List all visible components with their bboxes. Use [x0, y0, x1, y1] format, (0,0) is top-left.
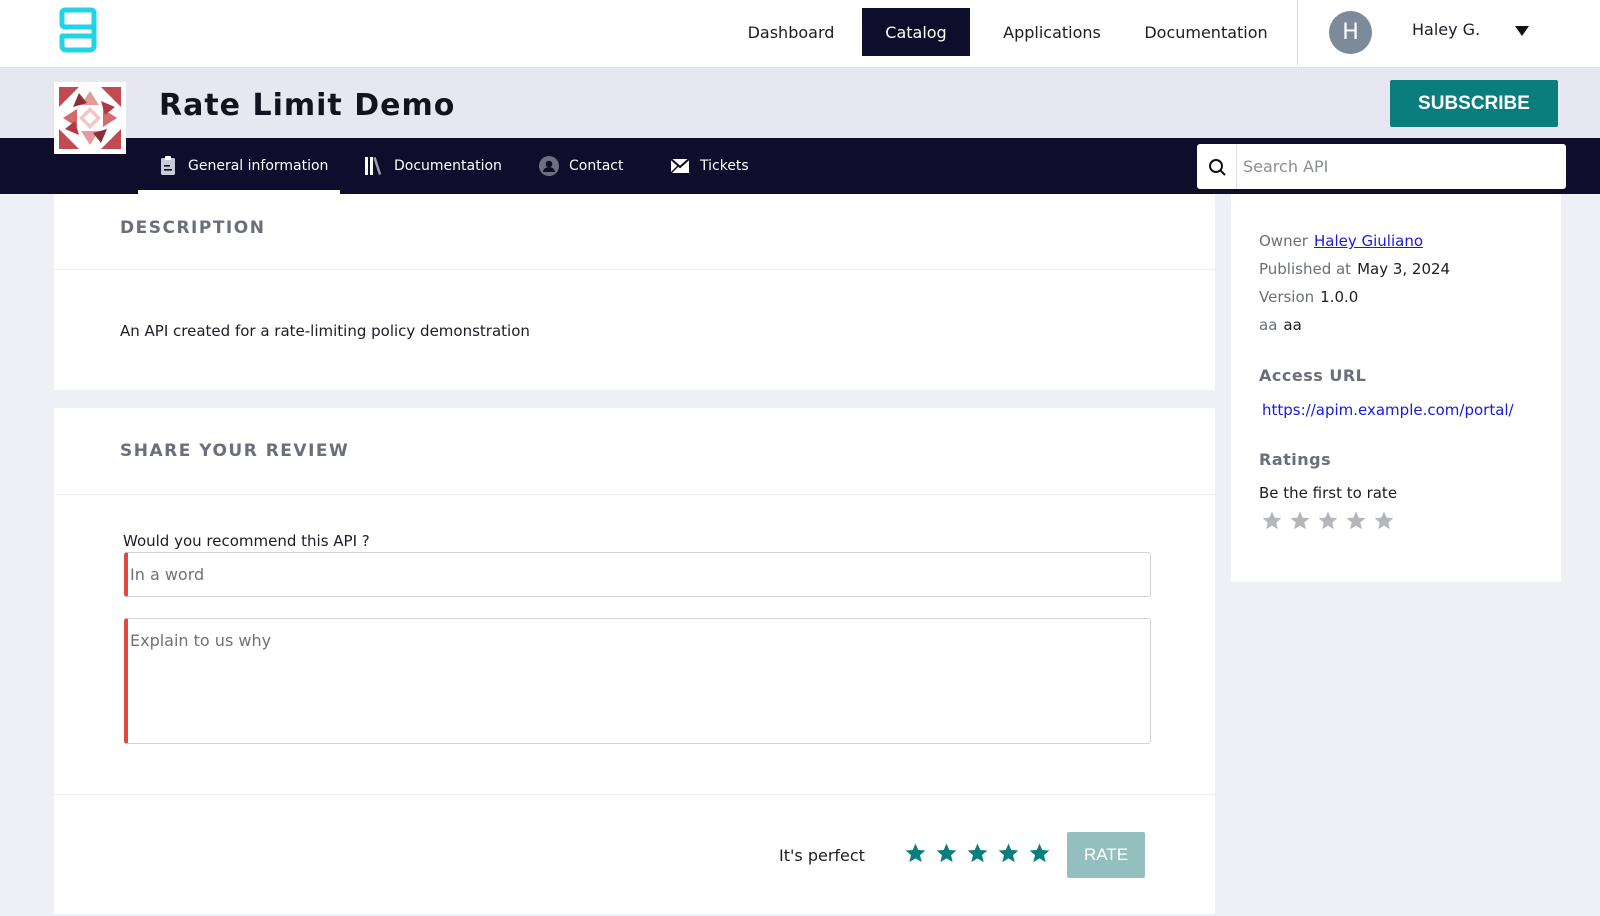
nav-documentation[interactable]: Documentation	[1140, 8, 1272, 56]
custom-metadata-value: aa	[1283, 316, 1302, 334]
nav-catalog[interactable]: Catalog	[862, 8, 970, 56]
tab-label: Contact	[569, 158, 624, 174]
owner-label: Owner	[1259, 232, 1308, 250]
review-title-input[interactable]	[124, 552, 1151, 597]
api-logo	[54, 82, 126, 154]
api-title: Rate Limit Demo	[159, 88, 456, 123]
review-question: Would you recommend this API ?	[123, 532, 370, 550]
star-icon	[1346, 511, 1366, 530]
search-input[interactable]	[1237, 144, 1566, 189]
tab-general-information[interactable]: General information	[138, 138, 340, 194]
person-icon	[539, 156, 559, 176]
subscribe-button[interactable]: SUBSCRIBE	[1390, 80, 1558, 127]
user-name[interactable]: Haley G.	[1412, 20, 1480, 39]
published-value: May 3, 2024	[1357, 260, 1451, 278]
books-icon	[364, 156, 384, 176]
tab-label: Tickets	[700, 158, 749, 174]
owner-row: Owner Haley Giuliano	[1259, 232, 1423, 250]
ratings-empty-text: Be the first to rate	[1259, 484, 1398, 502]
version-row: Version 1.0.0	[1259, 288, 1358, 306]
tab-contact[interactable]: Contact	[539, 138, 623, 194]
description-card: DESCRIPTION An API created for a rate-li…	[54, 194, 1215, 390]
star-icon	[1262, 511, 1282, 530]
star-icon	[1318, 511, 1338, 530]
description-heading: DESCRIPTION	[120, 218, 266, 238]
caret-down-icon[interactable]	[1515, 26, 1529, 36]
custom-metadata-label: aa	[1259, 316, 1278, 334]
nav-applications[interactable]: Applications	[990, 8, 1114, 56]
star-icon[interactable]	[935, 842, 958, 865]
review-comment-input[interactable]	[124, 618, 1151, 744]
average-rating	[1261, 510, 1395, 532]
review-card: SHARE YOUR REVIEW Would you recommend th…	[54, 408, 1215, 914]
owner-link[interactable]: Haley Giuliano	[1314, 232, 1423, 250]
nav-dashboard[interactable]: Dashboard	[736, 8, 846, 56]
divider	[54, 794, 1215, 795]
star-icon	[1374, 511, 1394, 530]
published-row: Published at May 3, 2024	[1259, 260, 1450, 278]
search-icon[interactable]	[1197, 144, 1237, 189]
tab-label: Documentation	[394, 158, 502, 174]
clipboard-icon	[158, 156, 178, 176]
header-divider	[1297, 0, 1298, 66]
api-info-card: Owner Haley Giuliano Published at May 3, 2…	[1231, 194, 1561, 582]
custom-metadata-row: aa aa	[1259, 316, 1302, 334]
access-url-link[interactable]: https://apim.example.com/portal/	[1262, 401, 1514, 419]
star-icon	[1290, 511, 1310, 530]
version-value: 1.0.0	[1320, 288, 1359, 306]
published-label: Published at	[1259, 260, 1352, 278]
star-icon[interactable]	[966, 842, 989, 865]
access-url-heading: Access URL	[1259, 366, 1367, 385]
rating-verdict: It's perfect	[779, 846, 865, 865]
star-rating-input[interactable]	[904, 842, 1051, 865]
api-pattern-icon	[59, 87, 121, 149]
rate-button[interactable]: RATE	[1067, 832, 1145, 878]
gravitee-logo-icon[interactable]	[58, 6, 102, 56]
avatar[interactable]: H	[1329, 11, 1372, 54]
description-text: An API created for a rate-limiting polic…	[120, 322, 530, 340]
ratings-heading: Ratings	[1259, 450, 1332, 469]
divider	[54, 269, 1215, 270]
tab-documentation[interactable]: Documentation	[364, 138, 502, 194]
star-icon[interactable]	[1028, 842, 1051, 865]
envelope-icon	[670, 156, 690, 176]
star-icon[interactable]	[997, 842, 1020, 865]
tab-tickets[interactable]: Tickets	[670, 138, 749, 194]
tab-label: General information	[188, 158, 329, 174]
search-api	[1197, 144, 1566, 189]
divider	[54, 494, 1215, 495]
version-label: Version	[1259, 288, 1315, 306]
star-icon[interactable]	[904, 842, 927, 865]
review-heading: SHARE YOUR REVIEW	[120, 441, 350, 461]
top-header: Dashboard Catalog Applications Documenta…	[0, 0, 1600, 68]
